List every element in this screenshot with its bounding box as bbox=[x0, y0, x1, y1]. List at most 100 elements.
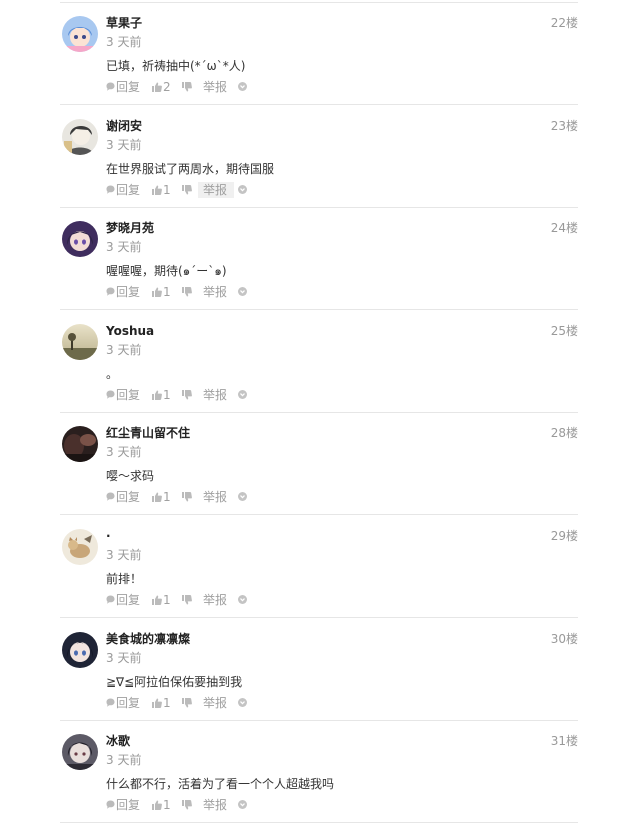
report-button[interactable]: 举报 bbox=[203, 489, 227, 505]
floor-number: 28楼 bbox=[550, 426, 578, 441]
reply-bubble-icon bbox=[106, 287, 115, 296]
reply-button[interactable]: 回复 bbox=[106, 489, 146, 505]
thumbs-down-icon bbox=[182, 184, 192, 195]
username[interactable]: · bbox=[106, 528, 111, 544]
dislike-button[interactable] bbox=[182, 182, 198, 198]
timestamp: 3 天前 bbox=[106, 35, 142, 49]
like-count: 1 bbox=[163, 695, 171, 710]
report-button[interactable]: 举报 bbox=[203, 79, 227, 95]
like-button[interactable]: 1 bbox=[152, 182, 178, 198]
cat-sketch-avatar-image bbox=[62, 529, 98, 565]
floor-number: 30楼 bbox=[550, 631, 578, 646]
like-button[interactable]: 1 bbox=[152, 695, 178, 711]
timestamp: 3 天前 bbox=[106, 445, 142, 460]
thumbs-down-icon bbox=[182, 389, 192, 400]
thumbs-up-icon bbox=[152, 698, 162, 708]
comment-item: 草果子 22楼 3 天前 已填，祈祷抽中(*´ω`*人) 回复 2 举报 bbox=[60, 3, 578, 105]
floor-number: 31楼 bbox=[550, 734, 578, 749]
reply-button[interactable]: 回复 bbox=[106, 79, 146, 95]
more-options-button[interactable] bbox=[238, 695, 248, 711]
report-button[interactable]: 举报 bbox=[203, 387, 227, 403]
reply-bubble-icon bbox=[106, 595, 115, 604]
anime-boy-sketch-avatar-image bbox=[62, 118, 98, 155]
more-options-button[interactable] bbox=[238, 284, 248, 300]
anime-girl-dark-avatar-image bbox=[62, 631, 98, 668]
username[interactable]: Yoshua bbox=[106, 323, 154, 339]
like-button[interactable]: 1 bbox=[152, 387, 178, 403]
more-options-button[interactable] bbox=[238, 182, 248, 198]
username[interactable]: 冰歌 bbox=[106, 733, 130, 749]
like-button[interactable]: 2 bbox=[152, 79, 178, 95]
timestamp: 3 天前 bbox=[106, 753, 142, 768]
username[interactable]: 红尘青山留不住 bbox=[106, 425, 190, 441]
timestamp: 3 天前 bbox=[106, 548, 142, 562]
report-button[interactable]: 举报 bbox=[203, 695, 227, 711]
dislike-button[interactable] bbox=[182, 592, 198, 608]
comment-item: · 29楼 3 天前 前排！ 回复 1 举报 bbox=[60, 516, 578, 618]
report-label: 举报 bbox=[203, 80, 228, 94]
more-options-button[interactable] bbox=[238, 592, 248, 608]
reply-button[interactable]: 回复 bbox=[106, 387, 146, 403]
thumbs-up-icon bbox=[152, 287, 162, 298]
dislike-button[interactable] bbox=[182, 79, 198, 95]
reply-button[interactable]: 回复 bbox=[106, 695, 146, 711]
dislike-button[interactable] bbox=[182, 489, 198, 505]
chevron-down-circle-icon bbox=[238, 287, 247, 297]
comment-item: 冰歌 31楼 3 天前 什么都不行，活着为了看一个个人超越我吗 回复 1 举报 bbox=[60, 721, 578, 823]
comment-text: 。 bbox=[106, 366, 119, 381]
timestamp: 3 天前 bbox=[106, 342, 142, 357]
reply-button[interactable]: 回复 bbox=[106, 284, 146, 300]
more-options-button[interactable] bbox=[238, 797, 248, 813]
comment-text: ≧∇≦阿拉伯保佑要抽到我 bbox=[106, 674, 243, 689]
reply-button[interactable]: 回复 bbox=[106, 797, 146, 813]
like-button[interactable]: 1 bbox=[152, 284, 178, 300]
more-options-button[interactable] bbox=[238, 79, 248, 95]
dark-photo-avatar-image bbox=[62, 426, 98, 463]
like-button[interactable]: 1 bbox=[152, 592, 178, 608]
comment-text: 前排！ bbox=[106, 572, 143, 586]
report-button[interactable]: 举报 bbox=[203, 284, 227, 300]
chevron-down-circle-icon bbox=[238, 82, 247, 91]
comment-text: 在世界服试了两周水，期待国服 bbox=[106, 161, 275, 176]
thumbs-down-icon bbox=[182, 595, 192, 605]
avatar[interactable] bbox=[62, 118, 98, 155]
anime-girl-purple-avatar-image bbox=[62, 221, 98, 258]
like-count: 1 bbox=[163, 387, 171, 402]
reply-bubble-icon bbox=[106, 492, 115, 502]
like-count: 1 bbox=[163, 593, 171, 607]
avatar[interactable] bbox=[62, 16, 98, 52]
dislike-button[interactable] bbox=[182, 695, 198, 711]
avatar[interactable] bbox=[62, 529, 98, 565]
avatar[interactable] bbox=[62, 323, 98, 360]
comment-item: 谢闭安 23楼 3 天前 在世界服试了两周水，期待国服 回复 1 举报 bbox=[60, 106, 578, 208]
reply-button[interactable]: 回复 bbox=[106, 182, 146, 198]
report-button[interactable]: 举报 bbox=[203, 797, 227, 813]
floor-number: 24楼 bbox=[550, 221, 578, 236]
reply-button[interactable]: 回复 bbox=[106, 592, 146, 608]
avatar[interactable] bbox=[62, 734, 98, 771]
more-options-button[interactable] bbox=[238, 489, 248, 505]
username[interactable]: 梦晓月苑 bbox=[106, 220, 154, 236]
username[interactable]: 谢闭安 bbox=[106, 118, 142, 134]
thumbs-up-icon bbox=[152, 185, 162, 195]
report-button[interactable]: 举报 bbox=[203, 592, 227, 608]
avatar[interactable] bbox=[62, 631, 98, 668]
thumbs-up-icon bbox=[152, 82, 162, 92]
username[interactable]: 草果子 bbox=[106, 15, 142, 31]
report-button[interactable]: 举报 bbox=[198, 181, 234, 198]
reply-bubble-icon bbox=[106, 82, 115, 91]
timestamp: 3 天前 bbox=[106, 650, 142, 665]
like-button[interactable]: 1 bbox=[152, 797, 178, 813]
reply-label: 回复 bbox=[116, 182, 141, 197]
dislike-button[interactable] bbox=[182, 284, 198, 300]
reply-bubble-icon bbox=[106, 800, 115, 809]
dislike-button[interactable] bbox=[182, 387, 198, 403]
like-button[interactable]: 1 bbox=[152, 489, 178, 505]
avatar[interactable] bbox=[62, 221, 98, 258]
more-options-button[interactable] bbox=[238, 387, 248, 403]
username[interactable]: 美食城的凛凛燦 bbox=[106, 631, 190, 647]
avatar[interactable] bbox=[62, 426, 98, 463]
comment-item: 美食城的凛凛燦 30楼 3 天前 ≧∇≦阿拉伯保佑要抽到我 回复 1 举报 bbox=[60, 619, 578, 721]
comment-item: 红尘青山留不住 28楼 3 天前 嘤～求码 回复 1 举报 bbox=[60, 413, 578, 516]
dislike-button[interactable] bbox=[182, 797, 198, 813]
